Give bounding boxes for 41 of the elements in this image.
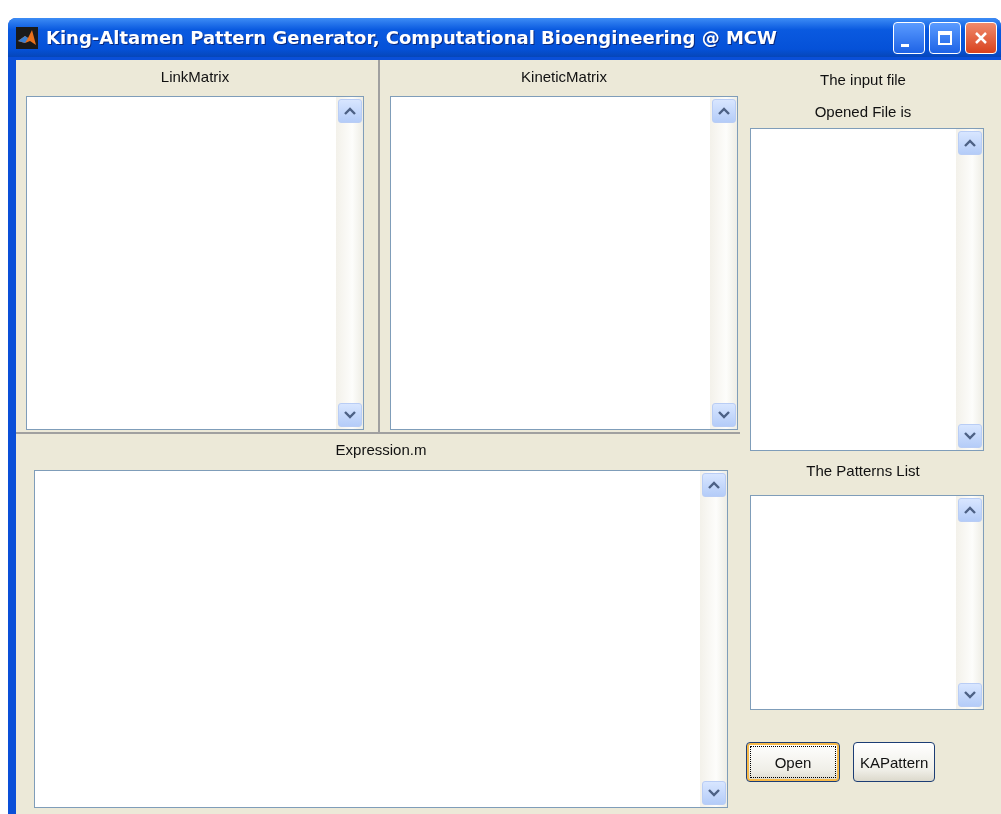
scroll-down-button[interactable] (958, 683, 982, 707)
chevron-down-icon (708, 789, 720, 797)
chevron-down-icon (964, 691, 976, 699)
panel-label: The input file (819, 70, 907, 90)
chevron-down-icon (344, 411, 356, 419)
panel-label: LinkMatrix (159, 67, 231, 87)
chevron-up-icon (964, 506, 976, 514)
close-icon (973, 29, 989, 46)
chevron-up-icon (718, 107, 730, 115)
maximize-icon (937, 29, 953, 46)
scrollbar[interactable] (956, 496, 983, 709)
chevron-down-icon (718, 411, 730, 419)
scroll-up-button[interactable] (958, 498, 982, 522)
panel-label: Opened File is (813, 102, 913, 122)
maximize-button[interactable] (929, 21, 961, 54)
panel-label: Expression.m (334, 440, 428, 460)
chevron-up-icon (708, 481, 720, 489)
push-button[interactable]: Open (746, 742, 840, 782)
scroll-up-button[interactable] (958, 131, 982, 155)
app-logo-icon (16, 26, 38, 49)
scrollbar[interactable] (956, 129, 983, 450)
minimize-icon (901, 44, 909, 47)
scrollbar[interactable] (700, 471, 727, 807)
chevron-down-icon (964, 432, 976, 440)
scroll-up-button[interactable] (702, 473, 726, 497)
scroll-down-button[interactable] (338, 403, 362, 427)
panel-label: KineticMatrix (520, 67, 608, 87)
scroll-up-button[interactable] (338, 99, 362, 123)
close-button[interactable] (965, 21, 997, 54)
window-title: King-Altamen Pattern Generator, Computational Bioengineering @ MCW (46, 27, 778, 48)
chevron-up-icon (964, 139, 976, 147)
scroll-down-button[interactable] (958, 424, 982, 448)
scrollbar[interactable] (710, 97, 737, 429)
panel-label: The Patterns List (805, 461, 921, 481)
scroll-down-button[interactable] (702, 781, 726, 805)
minimize-button[interactable] (893, 21, 925, 54)
scroll-down-button[interactable] (712, 403, 736, 427)
scroll-up-button[interactable] (712, 99, 736, 123)
push-button[interactable]: KAPattern (853, 742, 936, 782)
chevron-up-icon (344, 107, 356, 115)
scrollbar[interactable] (336, 97, 363, 429)
